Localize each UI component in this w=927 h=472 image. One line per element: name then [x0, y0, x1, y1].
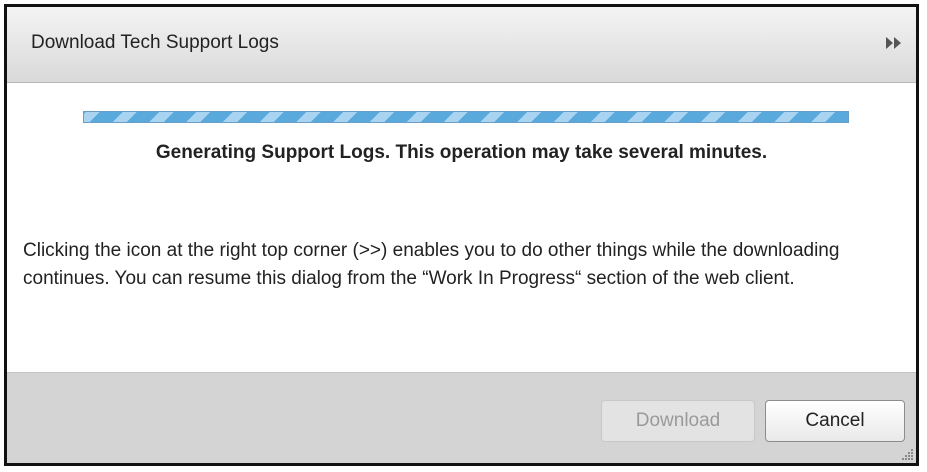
download-button[interactable]: Download [601, 400, 755, 442]
status-message: Generating Support Logs. This operation … [155, 142, 768, 163]
double-chevron-right-icon [886, 37, 901, 49]
cancel-button[interactable]: Cancel [765, 400, 905, 442]
resize-grip-icon[interactable] [900, 447, 914, 461]
dialog-title: Download Tech Support Logs [31, 32, 279, 53]
progress-bar [83, 111, 849, 123]
dialog-titlebar: Download Tech Support Logs [7, 7, 916, 83]
dialog-body: Generating Support Logs. This operation … [7, 83, 916, 372]
download-tech-support-logs-dialog: Download Tech Support Logs Generating Su… [4, 4, 919, 466]
info-message: Clicking the icon at the right top corne… [23, 240, 840, 289]
minimize-to-work-in-progress-button[interactable] [880, 29, 908, 57]
dialog-footer: Download Cancel [7, 372, 916, 463]
